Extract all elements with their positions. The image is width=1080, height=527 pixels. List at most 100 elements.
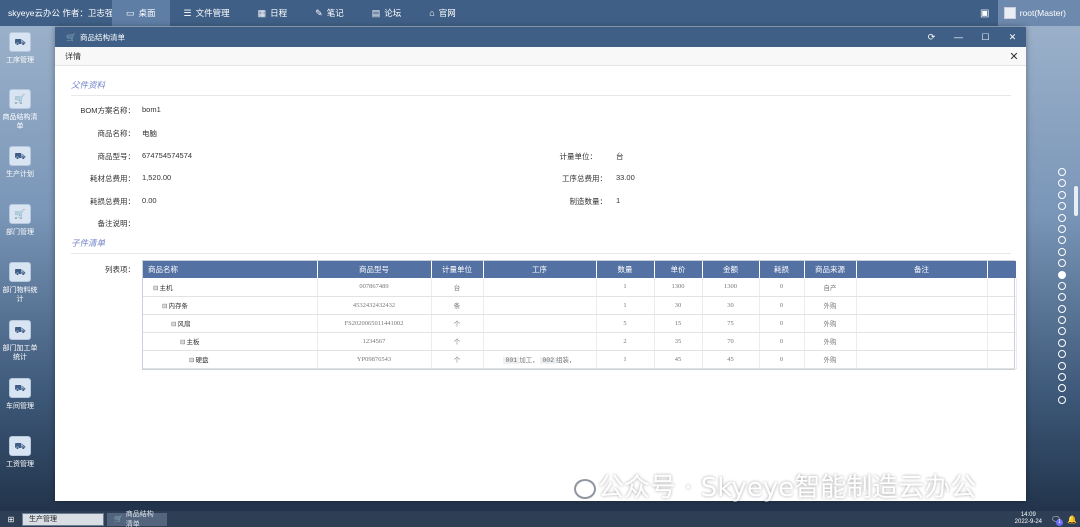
column-header[interactable]: 金额 xyxy=(702,261,760,278)
column-header[interactable]: 工序 xyxy=(483,261,597,278)
pager-dot[interactable] xyxy=(1058,384,1066,393)
nav-item-calendar[interactable]: ▦ 日程 xyxy=(244,0,302,26)
pager-dot[interactable] xyxy=(1058,168,1066,176)
cell-source: 外购 xyxy=(804,314,857,333)
process-name: 加工， xyxy=(519,357,539,364)
column-header[interactable]: 耗损 xyxy=(759,261,805,278)
column-header[interactable]: 计量单位 xyxy=(431,261,484,278)
process-cost-value: 33.00 xyxy=(616,173,635,182)
column-header[interactable]: 数量 xyxy=(596,261,655,278)
pager-dot[interactable] xyxy=(1058,361,1066,370)
edit-icon: ✎ xyxy=(315,7,323,18)
pager-dot[interactable] xyxy=(1058,259,1066,268)
desktop-icon-item[interactable]: ⛟ 部门加工单统计 xyxy=(0,320,40,362)
refresh-icon[interactable]: ⟳ xyxy=(918,27,945,47)
cell-model: 1234567 xyxy=(317,332,432,351)
window-title: 商品结构清单 xyxy=(79,32,125,42)
pager-dot[interactable] xyxy=(1058,293,1066,302)
nav-item-desktop[interactable]: ▭ 桌面 xyxy=(112,0,170,26)
cell-loss: 0 xyxy=(759,332,805,351)
minimize-icon[interactable]: — xyxy=(945,27,972,47)
table-row[interactable]: ⊟硬盘 YP09876543 个 001 加工， 002 组装， 1 45 45 0 外购 xyxy=(143,350,1017,369)
pager-dot[interactable] xyxy=(1058,190,1066,199)
cell-qty: 5 xyxy=(596,314,655,333)
column-header[interactable]: 备注 xyxy=(856,261,988,278)
nav-item-forum[interactable]: ▤ 论坛 xyxy=(358,0,416,26)
task-bom[interactable]: 🛒 商品结构清单 xyxy=(107,511,167,527)
desktop-icon-item[interactable]: ⛟ 工序管理 xyxy=(0,32,40,65)
bom-table: 商品名称 商品型号 计量单位 工序 数量 单价 金额 耗损 商品来源 备注 ⊟主机 00786748… xyxy=(142,260,1017,370)
app-icon: ⛟ xyxy=(9,320,31,340)
notification-icon[interactable]: 🔔 xyxy=(1064,515,1080,524)
table-row[interactable]: ⊟风扇 FS2020065011441002 个 5 15 75 0 外购 xyxy=(143,314,1017,333)
scrollbar[interactable] xyxy=(1074,186,1078,216)
pager-dot[interactable] xyxy=(1058,236,1066,245)
cell-unit: 个 xyxy=(431,332,484,351)
pager-dot[interactable] xyxy=(1058,373,1066,382)
pager-dot[interactable] xyxy=(1058,202,1066,211)
pager-dot[interactable] xyxy=(1058,179,1066,188)
cell-name-text: 硬盘 xyxy=(195,357,209,364)
column-header[interactable]: 商品名称 xyxy=(143,261,318,278)
desktop-icon-item[interactable]: ⛟ 工资管理 xyxy=(0,436,40,469)
column-header[interactable]: 单价 xyxy=(654,261,703,278)
pager-dot[interactable] xyxy=(1058,270,1066,279)
cell-amount: 45 xyxy=(702,350,760,369)
table-row[interactable]: ⊟主机 007867489 台 1 1300 1300 0 自产 xyxy=(143,278,1017,297)
close-dialog-icon[interactable]: ✕ xyxy=(1002,50,1026,63)
nav-item-list[interactable]: ☰ 文件管理 xyxy=(170,0,244,26)
windows-icon[interactable]: ⊞ xyxy=(0,511,22,527)
app-icon: ⛟ xyxy=(9,378,31,398)
user-menu[interactable]: root(Master) xyxy=(997,0,1080,26)
cell-process xyxy=(483,296,597,315)
pager-dot[interactable] xyxy=(1058,224,1066,233)
pager-dot[interactable] xyxy=(1058,395,1066,404)
tree-toggle-icon[interactable]: ⊟ xyxy=(180,339,185,346)
quantity-label: 制造数量： xyxy=(569,197,608,206)
quantity-value: 1 xyxy=(616,196,621,205)
desktop-icon-label: 部门加工单统计 xyxy=(2,345,38,361)
tree-toggle-icon[interactable]: ⊟ xyxy=(162,303,167,310)
cell-model: 4532432432432 xyxy=(317,296,432,315)
tree-toggle-icon[interactable]: ⊟ xyxy=(171,321,176,328)
close-window-icon[interactable]: ✕ xyxy=(999,27,1026,47)
desktop-icon-item[interactable]: 🛒 部门管理 xyxy=(0,204,40,237)
cell-note xyxy=(856,332,988,351)
table-row[interactable]: ⊟内存条 4532432432432 条 1 30 30 0 外购 xyxy=(143,296,1017,315)
cell-name-text: 主机 xyxy=(159,284,173,292)
tree-toggle-icon[interactable]: ⊟ xyxy=(189,357,194,364)
desktop-icon-label: 工资管理 xyxy=(6,461,34,468)
desktop-icon-item[interactable]: ⛟ 车间管理 xyxy=(0,378,40,411)
cell-name: ⊟内存条 xyxy=(143,296,318,315)
pager-dot[interactable] xyxy=(1058,350,1066,359)
nav-item-home[interactable]: ⌂ 官网 xyxy=(415,0,469,26)
window-titlebar[interactable]: 🛒 商品结构清单 ⟳ — ☐ ✕ xyxy=(55,27,1026,47)
column-header[interactable]: 商品来源 xyxy=(804,261,857,278)
pager-dot[interactable] xyxy=(1058,247,1066,256)
table-row[interactable]: ⊟主板 1234567 个 2 35 70 0 外购 xyxy=(143,332,1017,351)
pager-dot[interactable] xyxy=(1058,327,1066,336)
message-icon[interactable]: 🗨 1 xyxy=(1048,515,1064,526)
pager-dot[interactable] xyxy=(1058,304,1066,313)
pager-dot[interactable] xyxy=(1058,213,1066,222)
nav-item-label: 桌面 xyxy=(138,8,156,18)
desktop-icon-item[interactable]: ⛟ 生产计划 xyxy=(0,146,40,179)
desktop-icon-item[interactable]: ⛟ 部门物料统计 xyxy=(0,262,40,304)
tree-toggle-icon[interactable]: ⊟ xyxy=(153,285,158,292)
desktop-icon-item[interactable]: 🛒 商品结构清单 xyxy=(0,89,40,131)
loss-cost-label: 耗损总费用： xyxy=(90,197,135,206)
cell-spacer xyxy=(987,278,1017,297)
taskbar: ⊞ 生产管理 🛒 商品结构清单 14:09 2022-9-24 🗨 1 🔔 xyxy=(0,511,1080,527)
nav-item-edit[interactable]: ✎ 笔记 xyxy=(301,0,358,26)
pager-dot[interactable] xyxy=(1058,316,1066,325)
column-header[interactable]: 商品型号 xyxy=(317,261,432,278)
cell-note xyxy=(856,278,988,297)
pager-dot[interactable] xyxy=(1058,338,1066,347)
top-nav: ▭ 桌面 ☰ 文件管理 ▦ 日程 ✎ 笔记 ▤ 论坛 ⌂ 官网 xyxy=(112,0,470,26)
pager-dot[interactable] xyxy=(1058,281,1066,290)
maximize-icon[interactable]: ☐ xyxy=(972,27,999,47)
product-name-label: 商品名称： xyxy=(97,129,136,138)
cell-name: ⊟主板 xyxy=(143,332,318,351)
screen-icon[interactable]: ▣ xyxy=(972,0,998,26)
task-production[interactable]: 生产管理 xyxy=(22,512,104,526)
